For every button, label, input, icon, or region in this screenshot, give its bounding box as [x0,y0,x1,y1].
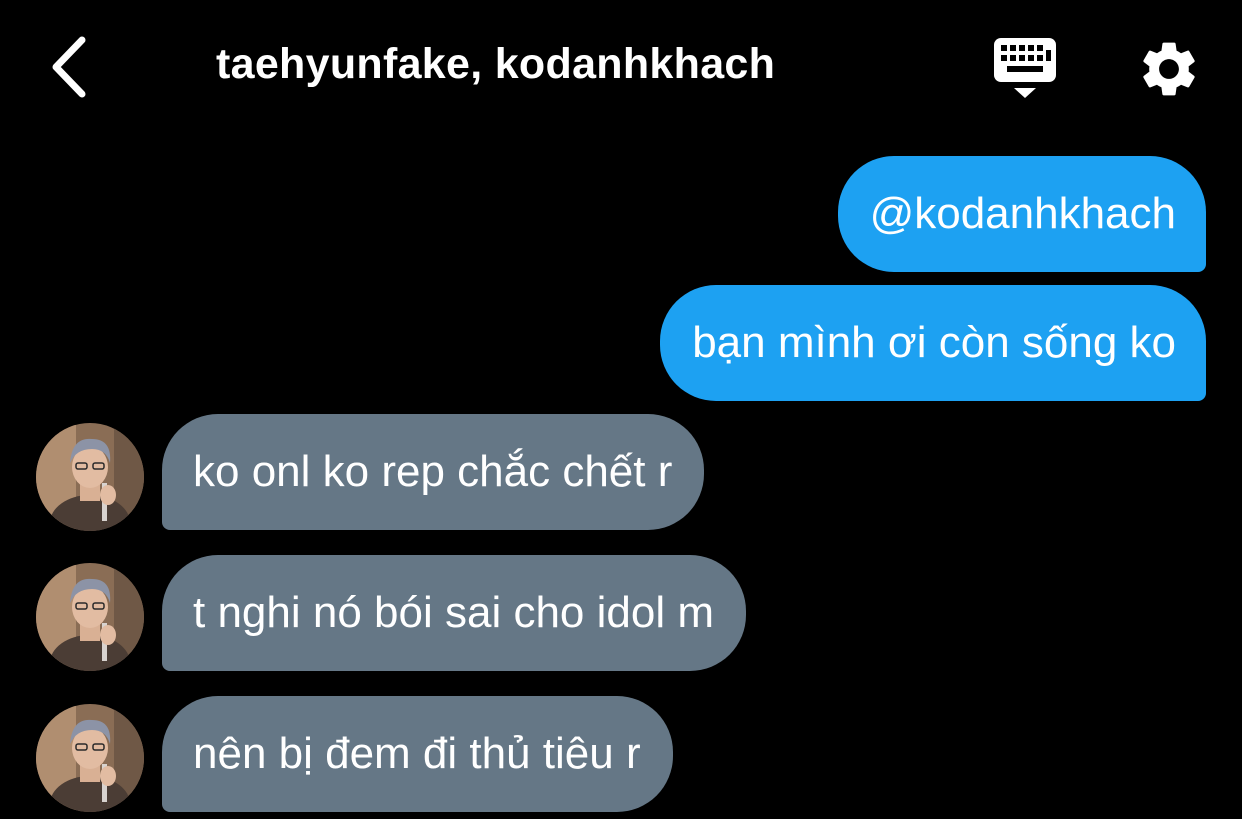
message-bubble-incoming[interactable]: ko onl ko rep chắc chết r [162,414,705,530]
chevron-left-icon [52,36,86,98]
message-text: nên bị đem đi thủ tiêu r [193,729,641,778]
message-text: t nghi nó bói sai cho idol m [193,588,714,637]
conversation-title[interactable]: taehyunfake, kodanhkhach [216,40,775,89]
message-text: @kodanhkhach [869,189,1176,238]
message-text: bạn mình ơi còn sống ko [692,318,1176,367]
back-button[interactable] [40,32,96,102]
avatar[interactable] [36,704,144,812]
keyboard-toggle-button[interactable] [990,36,1062,102]
message-text: ko onl ko rep chắc chết r [193,447,673,496]
conversation-header: taehyunfake, kodanhkhach [0,0,1242,130]
message-bubble-incoming[interactable]: nên bị đem đi thủ tiêu r [162,696,673,812]
message-bubble-incoming[interactable]: t nghi nó bói sai cho idol m [162,555,746,671]
message-bubble-outgoing[interactable]: bạn mình ơi còn sống ko [660,285,1206,401]
message-bubble-outgoing[interactable]: @kodanhkhach [837,156,1206,272]
gear-icon [1143,42,1195,96]
settings-button[interactable] [1136,36,1202,102]
keyboard-icon [994,38,1056,98]
avatar[interactable] [36,563,144,671]
avatar[interactable] [36,423,144,531]
